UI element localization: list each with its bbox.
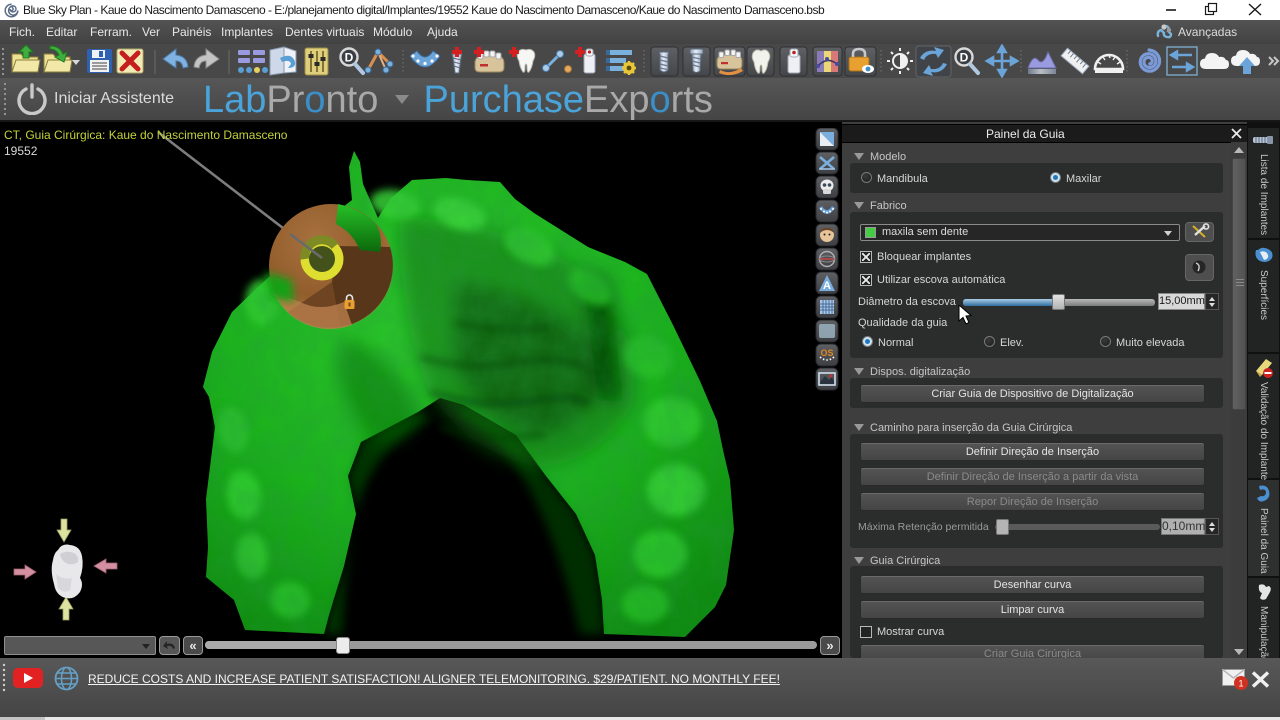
svg-text:D: D <box>345 51 354 65</box>
svg-text:A: A <box>823 280 831 292</box>
svg-text:D: D <box>960 51 969 65</box>
svg-text:OS: OS <box>820 348 833 358</box>
svg-text:1: 1 <box>1238 679 1243 689</box>
